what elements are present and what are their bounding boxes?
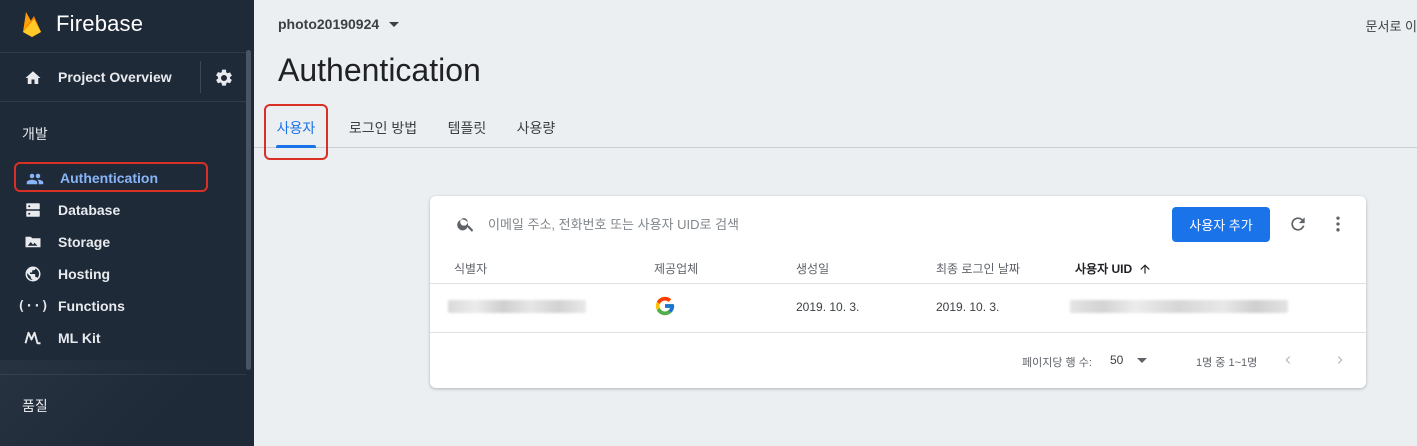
chevron-left-icon[interactable] (1280, 352, 1296, 368)
column-header-label: 사용자 UID (1075, 262, 1133, 276)
tab-users[interactable]: 사용자 (264, 104, 328, 148)
brand-name: Firebase (56, 11, 144, 36)
sidebar-item-functions[interactable]: (··) Functions (14, 291, 208, 321)
firebase-logo-icon (23, 12, 41, 37)
cell-created: 2019. 10. 3. (796, 300, 860, 314)
redacted-uid (1070, 300, 1288, 313)
sidebar-item-authentication[interactable]: Authentication (14, 162, 208, 192)
project-overview[interactable]: Project Overview (0, 52, 246, 102)
functions-icon: (··) (17, 298, 49, 314)
gear-icon[interactable] (214, 68, 234, 88)
tab-label: 로그인 방법 (348, 120, 418, 136)
arrow-up-icon (1140, 263, 1150, 274)
search-input[interactable] (488, 210, 988, 238)
redacted-identifier (448, 300, 586, 313)
sidebar-item-label: Storage (58, 234, 111, 250)
cell-last-login: 2019. 10. 3. (936, 300, 1000, 314)
more-vert-icon[interactable] (1328, 214, 1348, 234)
mlkit-icon (24, 329, 42, 347)
sidebar-item-hosting[interactable]: Hosting (14, 259, 208, 289)
tab-label: 사용자 (276, 120, 316, 136)
tab-templates[interactable]: 템플릿 (440, 104, 494, 148)
people-icon (26, 170, 44, 188)
sidebar-scrollbar[interactable] (246, 50, 251, 370)
docs-link[interactable]: 문서로 이 (1366, 16, 1417, 35)
sidebar-item-label: ML Kit (58, 330, 101, 346)
project-name: photo20190924 (278, 16, 380, 32)
sidebar-item-storage[interactable]: Storage (14, 227, 208, 257)
caret-down-icon (1137, 357, 1148, 363)
main-header: photo20190924 문서로 이 Authentication 사용자 로… (254, 0, 1417, 160)
section-develop: 개발 (22, 126, 48, 142)
globe-icon (24, 265, 42, 283)
tab-usage[interactable]: 사용량 (508, 104, 564, 148)
home-icon (25, 71, 41, 84)
google-icon (655, 296, 675, 316)
column-header-identifier[interactable]: 식별자 (454, 260, 487, 277)
storage-icon (24, 233, 42, 251)
rows-per-page-select[interactable]: 50 (1110, 353, 1148, 367)
sidebar-item-label: Authentication (60, 170, 158, 186)
column-header-last-login[interactable]: 최종 로그인 날짜 (936, 260, 1020, 277)
row-divider (430, 283, 1366, 284)
sidebar: Firebase Project Overview 개발 Authenticat… (0, 0, 254, 446)
rows-per-page-label: 페이지당 행 수: (1022, 357, 1092, 369)
search-icon (457, 218, 474, 232)
users-card: 사용자 추가 식별자 제공업체 생성일 최종 로그인 날짜 사용자 UID 20… (430, 196, 1366, 388)
sidebar-item-label: Functions (58, 298, 125, 314)
sidebar-item-label: Database (58, 202, 121, 218)
row-divider (430, 332, 1366, 333)
page-title: Authentication (278, 52, 481, 88)
column-header-uid[interactable]: 사용자 UID (1075, 260, 1152, 277)
add-user-button[interactable]: 사용자 추가 (1172, 207, 1270, 242)
overview-separator (200, 61, 201, 93)
column-header-provider[interactable]: 제공업체 (654, 260, 698, 277)
database-icon (24, 201, 42, 219)
tab-label: 템플릿 (447, 120, 487, 136)
refresh-icon[interactable] (1288, 214, 1308, 234)
brand[interactable]: Firebase (22, 8, 143, 40)
sidebar-item-database[interactable]: Database (14, 195, 208, 225)
rows-per-page-value: 50 (1110, 353, 1124, 367)
tab-label: 사용량 (516, 120, 556, 136)
tab-sign-in-method[interactable]: 로그인 방법 (338, 104, 428, 148)
project-overview-label: Project Overview (58, 69, 172, 85)
caret-down-icon (389, 21, 400, 27)
sidebar-item-mlkit[interactable]: ML Kit (14, 323, 208, 353)
chevron-right-icon[interactable] (1332, 352, 1348, 368)
column-header-created[interactable]: 생성일 (796, 260, 829, 277)
project-selector[interactable]: photo20190924 (278, 16, 400, 32)
sidebar-divider (0, 374, 246, 375)
section-quality: 품질 (22, 398, 48, 414)
tab-underline (276, 145, 316, 148)
pager-range: 1명 중 1~1명 (1196, 357, 1258, 369)
sidebar-item-label: Hosting (58, 266, 111, 282)
